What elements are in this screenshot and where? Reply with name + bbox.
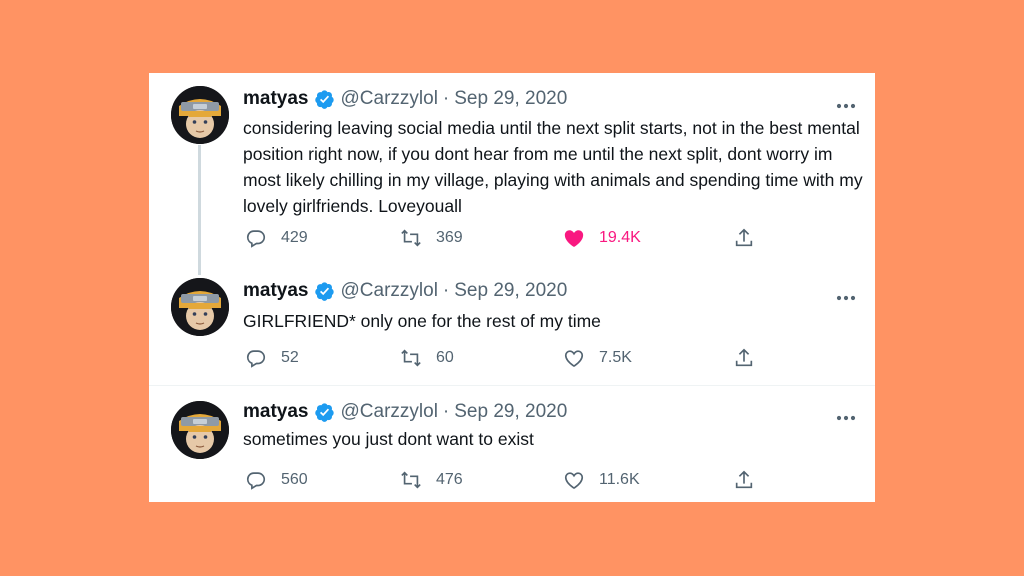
user-handle[interactable]: @Carzzylol <box>341 401 438 423</box>
separator-dot: · <box>442 280 450 301</box>
more-icon[interactable] <box>836 408 856 421</box>
tweet-actions: 560 476 11.6K <box>243 467 843 493</box>
reply-button[interactable]: 560 <box>245 467 308 493</box>
more-icon[interactable] <box>836 288 856 301</box>
avatar[interactable] <box>171 278 229 336</box>
tweet-date[interactable]: Sep 29, 2020 <box>454 280 567 302</box>
like-button[interactable]: 11.6K <box>563 467 640 493</box>
like-button[interactable]: 7.5K <box>563 345 632 371</box>
share-icon <box>735 470 753 489</box>
like-count: 11.6K <box>599 471 640 488</box>
retweet-icon <box>401 349 421 367</box>
tweet[interactable]: matyas @Carzzylol · Sep 29, 2020 GIRLFRI… <box>149 73 875 384</box>
retweet-button[interactable]: 476 <box>400 467 463 493</box>
share-icon <box>735 348 753 367</box>
avatar[interactable] <box>171 401 229 459</box>
tweet-text: sometimes you just dont want to exist <box>243 429 534 449</box>
like-icon <box>564 350 584 367</box>
like-count: 7.5K <box>599 349 632 366</box>
retweet-count: 476 <box>436 471 463 488</box>
user-handle[interactable]: @Carzzylol <box>341 280 438 302</box>
tweet[interactable]: matyas @Carzzylol · Sep 29, 2020 sometim… <box>149 385 875 502</box>
tweet-actions: 52 60 7.5K <box>243 345 843 371</box>
retweet-icon <box>401 471 421 489</box>
reply-count: 560 <box>281 471 308 488</box>
retweet-count: 60 <box>436 349 454 366</box>
verified-badge-icon <box>314 402 335 423</box>
retweet-button[interactable]: 60 <box>400 345 454 371</box>
reply-icon <box>246 472 266 490</box>
like-icon <box>564 472 584 489</box>
tweet-thread-card: matyas @Carzzylol · Sep 29, 2020 conside… <box>149 73 875 502</box>
share-button[interactable] <box>733 345 755 371</box>
tweet-date[interactable]: Sep 29, 2020 <box>454 401 567 423</box>
display-name[interactable]: matyas <box>243 401 309 423</box>
reply-icon <box>246 350 266 368</box>
separator-dot: · <box>442 401 450 422</box>
tweet-text: GIRLFRIEND* only one for the rest of my … <box>243 311 601 331</box>
display-name[interactable]: matyas <box>243 280 309 302</box>
reply-count: 52 <box>281 349 299 366</box>
reply-button[interactable]: 52 <box>245 345 299 371</box>
share-button[interactable] <box>733 467 755 493</box>
verified-badge-icon <box>314 281 335 302</box>
